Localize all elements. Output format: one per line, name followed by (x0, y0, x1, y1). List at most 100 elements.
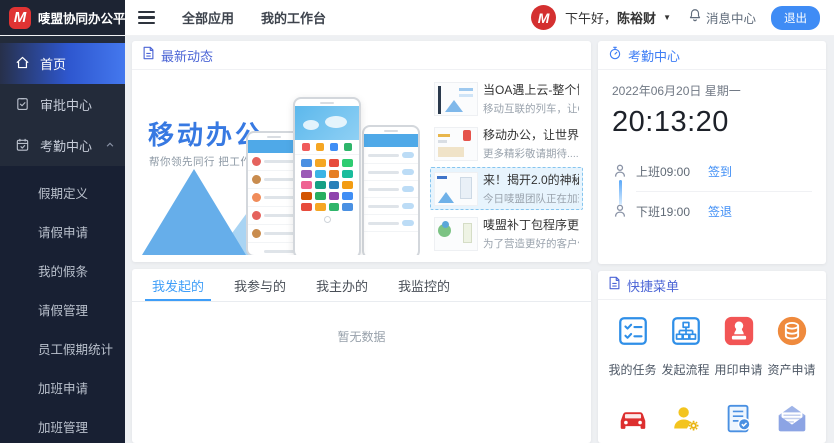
sidebar-subitem-leave-request[interactable]: 请假申请 (0, 212, 125, 251)
task-list-icon (616, 314, 650, 353)
quick-item-asset-request[interactable]: 资产申请 (765, 314, 818, 378)
top-bar: M 唛盟协同办公平台 全部应用 我的工作台 M 下午好，陈裕财 ▼ 消息中心 退… (0, 0, 834, 36)
checkin-row: 上班09:00 签到 (612, 151, 812, 191)
quick-menu-title: 快捷菜单 (627, 276, 679, 295)
sidebar-subitem-employee-holiday-stats[interactable]: 员工假期统计 (0, 329, 125, 368)
user-name: 陈裕财 (617, 11, 656, 26)
news-desc: 今日唛盟团队正在加班加点， (483, 191, 579, 206)
sidebar-item-attendance-center[interactable]: 考勤中心 (0, 125, 125, 166)
quick-item-new-contract[interactable]: 新建合同 (712, 402, 765, 443)
sidebar-item-approval-center[interactable]: 审批中心 (0, 84, 125, 125)
attendance-date: 2022年06月20日 星期一 (612, 82, 812, 99)
checkout-row: 下班19:00 签退 (612, 191, 812, 231)
user-avatar[interactable]: M (531, 5, 556, 30)
quick-item-meeting-request[interactable]: 会议申请 (659, 402, 712, 443)
attendance-timeline: 上班09:00 签到 下班19:00 签退 (612, 151, 812, 231)
oa-platform-screen: M 唛盟协同办公平台 全部应用 我的工作台 M 下午好，陈裕财 ▼ 消息中心 退… (0, 0, 834, 443)
tasks-empty-state: 暂无数据 (132, 302, 591, 443)
quick-item-label: 资产申请 (767, 361, 815, 378)
clipboard-check-icon (15, 96, 30, 114)
chevron-up-icon (105, 138, 115, 153)
document-icon (142, 46, 155, 65)
sidebar-item-label: 首页 (40, 54, 66, 73)
logo-block: M 唛盟协同办公平台 (0, 0, 125, 35)
sidebar: 首页 审批中心 考勤中心 假期定义 请假申请 我的假条 请假管理 员工假期统计 (0, 36, 125, 443)
quick-item-label: 用印申请 (714, 361, 762, 378)
tasks-card: 我发起的 我参与的 我主办的 我监控的 暂无数据 (132, 269, 591, 443)
checkin-label: 上班09:00 (636, 163, 708, 180)
news-title: 移动办公，让世界触手可 (483, 126, 579, 143)
attendance-header: 考勤中心 (598, 41, 826, 70)
checkin-button[interactable]: 签到 (708, 163, 732, 180)
latest-news-title: 最新动态 (161, 46, 213, 65)
top-nav: 全部应用 我的工作台 (125, 0, 326, 35)
checkout-button[interactable]: 签退 (708, 203, 732, 220)
database-icon (775, 314, 809, 353)
stopwatch-icon (608, 46, 622, 65)
news-item[interactable]: 移动办公，让世界触手可 更多精彩敬请期待........ (430, 122, 583, 165)
person-icon (612, 151, 636, 191)
quick-menu-grid: 我的任务 发起流程 用印申请 资产申请 (598, 300, 826, 443)
quick-item-new-mail[interactable]: 新建邮件 (765, 402, 818, 443)
tab-participated-by-me[interactable]: 我参与的 (219, 269, 301, 301)
sidebar-subitem-holiday-definition[interactable]: 假期定义 (0, 173, 125, 212)
empty-text: 暂无数据 (337, 328, 385, 345)
news-thumbnail (434, 82, 478, 116)
message-center[interactable]: 消息中心 (688, 8, 756, 27)
top-bar-right: M 下午好，陈裕财 ▼ 消息中心 退出 (531, 0, 834, 35)
quick-item-seal-request[interactable]: 用印申请 (712, 314, 765, 378)
attendance-clock: 20:13:20 (612, 106, 812, 139)
sidebar-item-label: 考勤中心 (40, 136, 92, 155)
tasks-tab-bar: 我发起的 我参与的 我主办的 我监控的 (132, 269, 591, 302)
news-title: 来！揭开2.0的神秘面纱- (483, 171, 579, 188)
tab-initiated-by-me[interactable]: 我发起的 (137, 269, 219, 301)
phone-mockups (246, 81, 422, 255)
logout-button[interactable]: 退出 (771, 6, 820, 30)
flow-sitemap-icon (669, 314, 703, 353)
chevron-down-icon[interactable]: ▼ (663, 13, 671, 22)
sidebar-subitem-overtime-management[interactable]: 加班管理 (0, 407, 125, 443)
tab-hosted-by-me[interactable]: 我主办的 (301, 269, 383, 301)
sidebar-subitem-leave-management[interactable]: 请假管理 (0, 290, 125, 329)
mobile-office-banner[interactable]: 移动办公 帮你领先同行 把工作带出办公室 (140, 77, 424, 255)
latest-news-header: 最新动态 (132, 41, 591, 70)
app-title: 唛盟协同办公平台 (38, 8, 138, 27)
document-icon (608, 276, 621, 295)
stamp-icon (722, 314, 756, 353)
news-item-active[interactable]: 来！揭开2.0的神秘面纱- 今日唛盟团队正在加班加点， (430, 167, 583, 210)
sidebar-subitem-my-leave-notes[interactable]: 我的假条 (0, 251, 125, 290)
quick-item-car-request[interactable]: 用车申请 (606, 402, 659, 443)
news-item[interactable]: 当OA遇上云-整个协同OA 移动互联的列车，让OA与云 (430, 77, 583, 120)
news-desc: 更多精彩敬请期待........ (483, 146, 579, 161)
menu-my-workbench[interactable]: 我的工作台 (261, 8, 326, 27)
news-title: 当OA遇上云-整个协同OA (483, 81, 579, 98)
mountain-shape (142, 169, 246, 255)
sidebar-item-label: 审批中心 (40, 95, 92, 114)
quick-item-my-tasks[interactable]: 我的任务 (606, 314, 659, 378)
attendance-card: 考勤中心 2022年06月20日 星期一 20:13:20 上班09:00 签到 (598, 41, 826, 264)
sidebar-submenu: 假期定义 请假申请 我的假条 请假管理 员工假期统计 加班申请 加班管理 (0, 166, 125, 443)
timeline-connector (619, 180, 622, 205)
user-greeting[interactable]: 下午好，陈裕财 (565, 8, 656, 27)
greeting-text: 下午好， (565, 11, 617, 26)
news-thumbnail (434, 172, 478, 206)
sidebar-subitem-overtime-request[interactable]: 加班申请 (0, 368, 125, 407)
attendance-title: 考勤中心 (628, 46, 680, 65)
news-desc: 移动互联的列车，让OA与云 (483, 101, 579, 116)
news-list: 当OA遇上云-整个协同OA 移动互联的列车，让OA与云 (430, 77, 583, 255)
sidebar-item-home[interactable]: 首页 (0, 43, 125, 84)
menu-all-apps[interactable]: 全部应用 (182, 8, 234, 27)
news-item[interactable]: 唛盟补丁包程序更新 为了营造更好的客户体验，唛 (430, 212, 583, 255)
bell-icon (688, 8, 702, 27)
message-center-label: 消息中心 (706, 8, 756, 27)
checkout-label: 下班19:00 (636, 203, 708, 220)
quick-item-start-flow[interactable]: 发起流程 (659, 314, 712, 378)
tab-monitored-by-me[interactable]: 我监控的 (383, 269, 465, 301)
home-icon (15, 55, 30, 73)
car-icon (616, 402, 650, 441)
news-thumbnail (434, 127, 478, 161)
hamburger-menu-icon[interactable] (138, 11, 155, 25)
main-content: 最新动态 移动办公 帮你领先同行 把工作带出办公室 (125, 36, 834, 443)
calendar-check-icon (15, 137, 30, 155)
latest-news-card: 最新动态 移动办公 帮你领先同行 把工作带出办公室 (132, 41, 591, 262)
